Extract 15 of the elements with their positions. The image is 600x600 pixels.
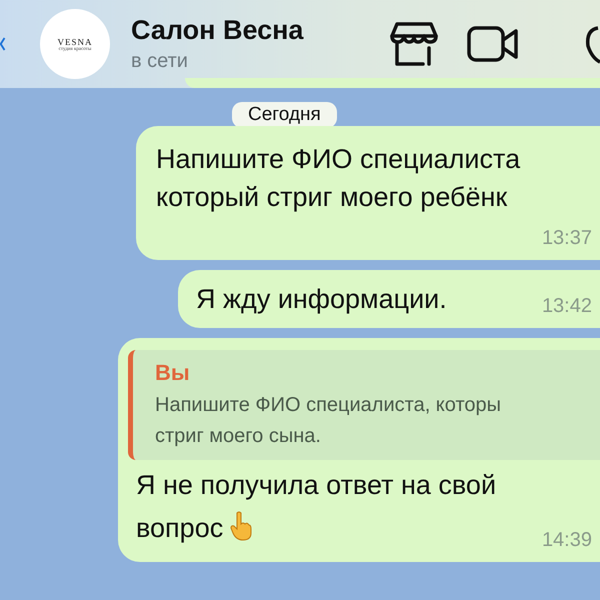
- quote-text: Напишите ФИО специалиста, которы стриг моего сына.: [155, 393, 502, 449]
- message-text: Напишите ФИО специалиста который стриг моего ребёнк: [156, 143, 522, 214]
- message-text: Я не получила ответ на свой вопрос: [136, 470, 496, 543]
- message-text: Я жду информации.: [196, 283, 448, 316]
- message-time: 13:42: [542, 295, 592, 318]
- quote-author: Вы: [155, 360, 191, 386]
- reply-quote[interactable]: Вы Напишите ФИО специалиста, которы стриг моего сына.: [128, 350, 600, 460]
- date-chip: Сегодня: [232, 102, 337, 128]
- message-time: 13:37: [542, 227, 592, 250]
- video-camera-icon[interactable]: [467, 26, 519, 62]
- message-time: 14:39: [542, 529, 592, 552]
- online-status: в сети: [131, 50, 189, 73]
- storefront-icon[interactable]: [389, 20, 439, 68]
- avatar-logo-text: VESNA: [57, 36, 92, 46]
- chat-title: Салон Весна: [131, 15, 304, 46]
